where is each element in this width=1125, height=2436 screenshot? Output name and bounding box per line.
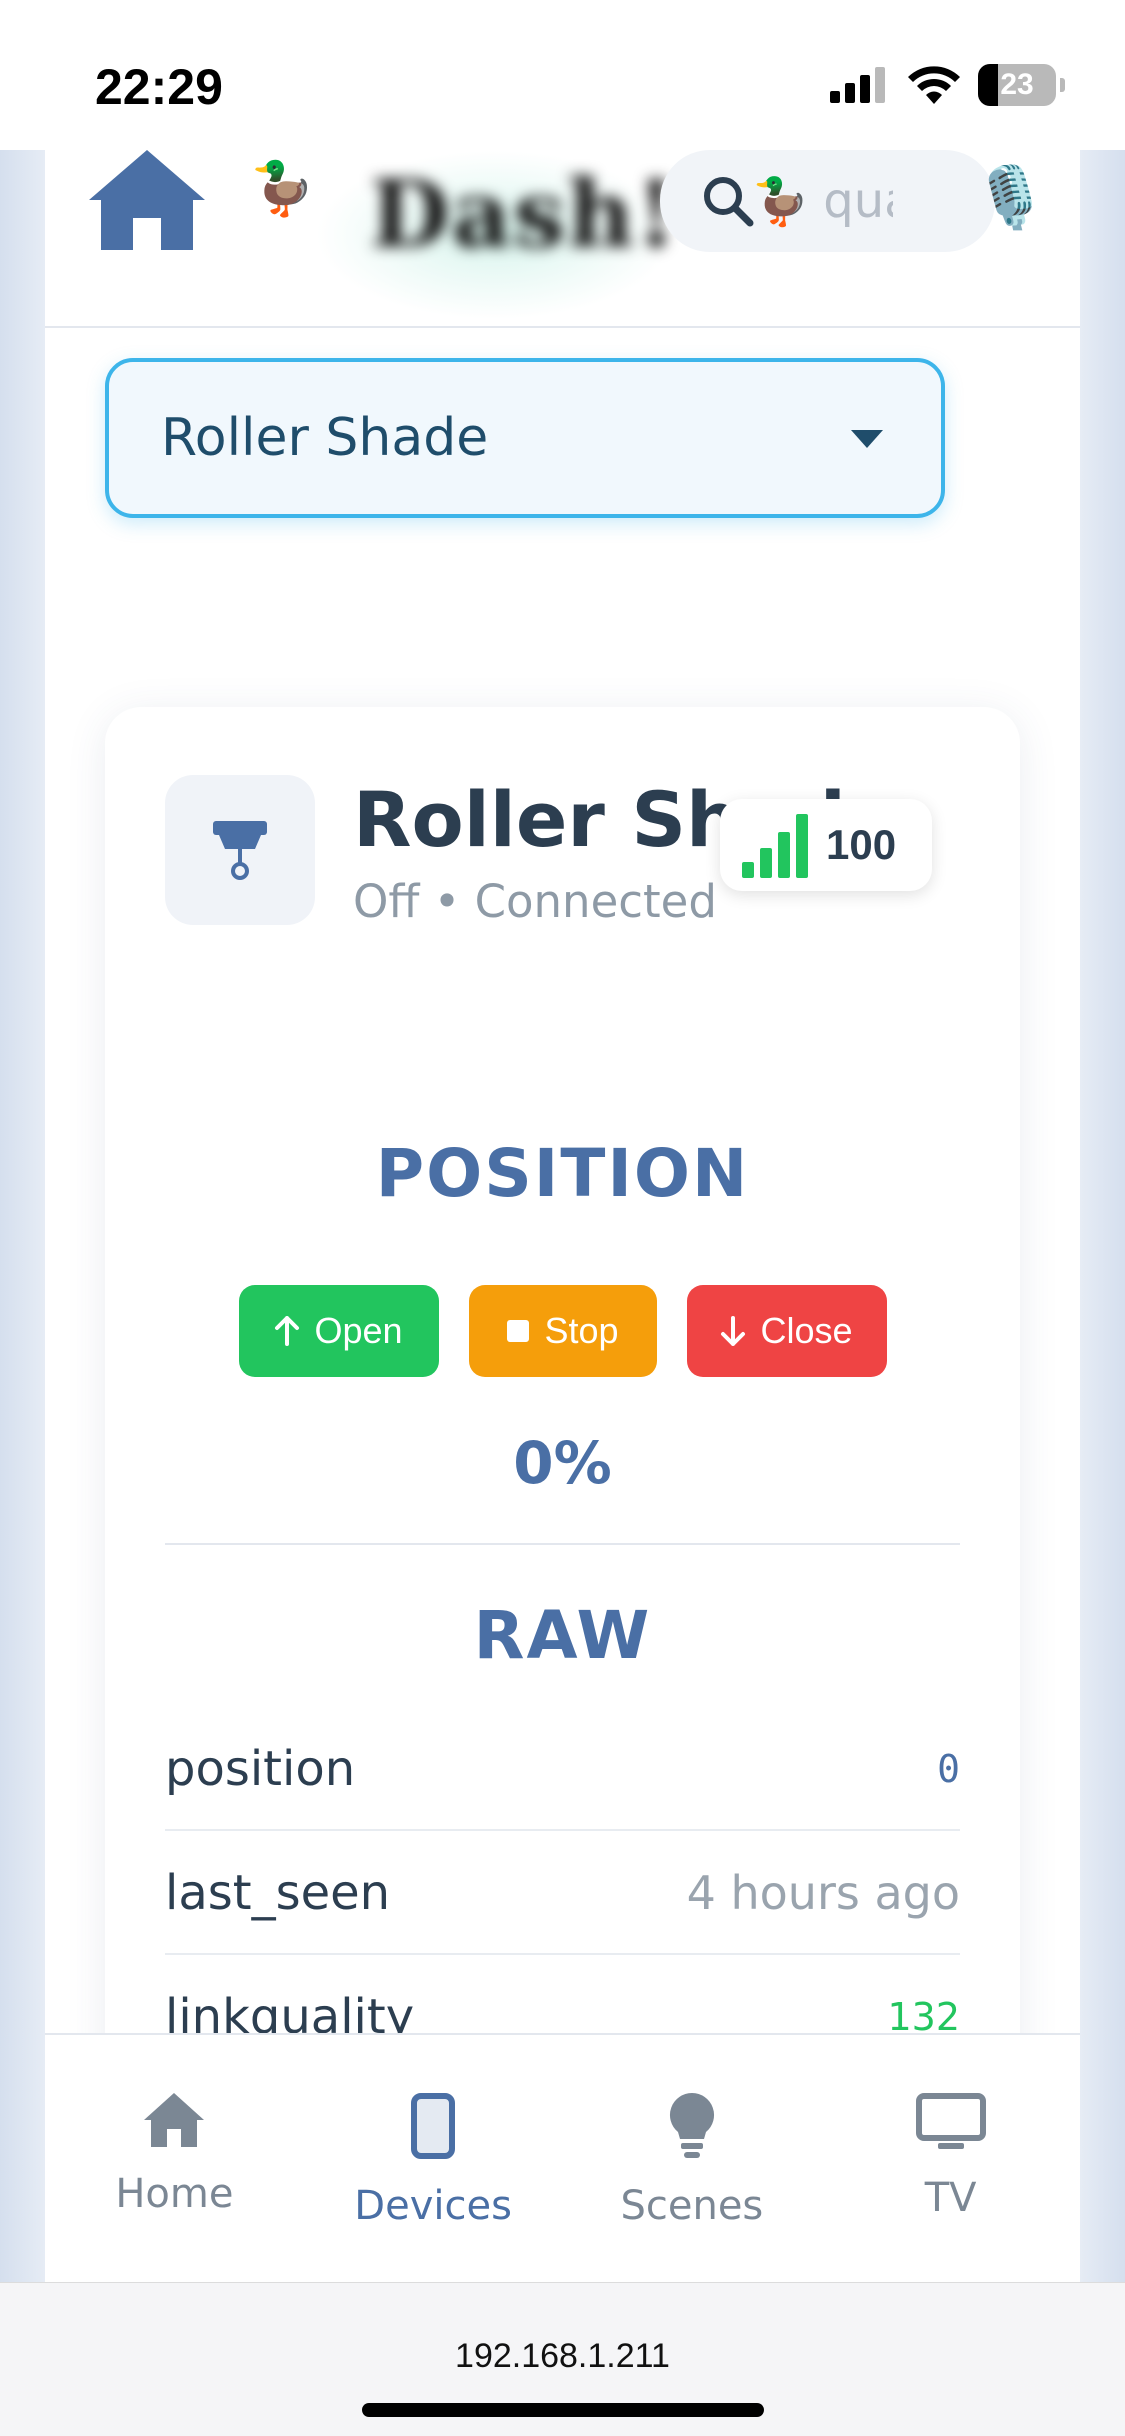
stop-label: Stop xyxy=(544,1310,619,1351)
wifi-icon xyxy=(908,66,960,104)
open-button[interactable]: Open xyxy=(238,1285,439,1377)
signal-badge: 100 xyxy=(720,799,932,891)
raw-key: position xyxy=(165,1741,356,1797)
bulb-icon xyxy=(669,2093,714,2158)
brand-title: Dash! xyxy=(370,160,679,268)
battery-icon: 23 xyxy=(978,64,1056,106)
cellular-signal-icon xyxy=(830,67,885,103)
search-duck-icon: 🦆 xyxy=(752,173,810,228)
device-status: Off • Connected xyxy=(353,875,717,928)
raw-key: last_seen xyxy=(165,1865,391,1921)
status-bar: 22:29 23 xyxy=(0,0,1125,150)
raw-value: 4 hours ago xyxy=(686,1866,960,1920)
nav-item-tv[interactable]: TV xyxy=(821,2035,1080,2282)
device-icon-box xyxy=(165,775,315,925)
stop-icon xyxy=(507,1320,530,1342)
nav-label: Scenes xyxy=(620,2183,764,2229)
nav-label: Home xyxy=(115,2171,234,2217)
home-icon xyxy=(144,2093,205,2147)
nav-item-home[interactable]: Home xyxy=(45,2035,304,2282)
signal-value: 100 xyxy=(826,821,897,868)
bottom-nav: Home Devices Scenes TV xyxy=(45,2033,1080,2282)
tv-icon xyxy=(915,2093,986,2149)
battery-level: 23 xyxy=(1000,68,1034,101)
home-logo-icon[interactable] xyxy=(89,150,205,250)
close-label: Close xyxy=(760,1310,853,1351)
raw-row: last_seen 4 hours ago xyxy=(165,1833,960,1955)
close-button[interactable]: Close xyxy=(686,1285,887,1377)
signal-strength-icon xyxy=(742,814,808,878)
nav-label: Devices xyxy=(354,2183,512,2229)
raw-row: position 0 xyxy=(165,1709,960,1831)
search-bar[interactable]: 🦆 qua xyxy=(660,150,995,252)
nav-label: TV xyxy=(924,2175,977,2221)
open-label: Open xyxy=(314,1310,403,1351)
nav-item-devices[interactable]: Devices xyxy=(304,2035,563,2282)
app-header: 🦆 Dash! 🦆 qua 🎙️ xyxy=(45,150,1080,328)
duck-emoji-icon: 🦆 xyxy=(250,159,315,219)
browser-url-bar[interactable]: 192.168.1.211 xyxy=(0,2282,1125,2436)
device-select-value: Roller Shade xyxy=(161,408,489,468)
microphone-icon[interactable]: 🎙️ xyxy=(973,162,1048,233)
search-icon xyxy=(704,177,754,227)
section-divider xyxy=(165,1543,960,1545)
stop-button[interactable]: Stop xyxy=(468,1285,657,1377)
arrow-down-icon xyxy=(721,1316,746,1346)
status-time: 22:29 xyxy=(95,59,223,115)
search-input[interactable]: qua xyxy=(823,173,893,229)
phone-icon xyxy=(411,2093,456,2159)
raw-title: RAW xyxy=(473,1597,652,1674)
raw-value: 0 xyxy=(937,1747,960,1791)
home-indicator xyxy=(362,2403,764,2417)
url-text[interactable]: 192.168.1.211 xyxy=(0,2337,1125,2376)
position-value: 0% xyxy=(513,1429,612,1497)
chevron-down-icon xyxy=(851,430,883,448)
roller-shade-icon xyxy=(213,821,267,880)
status-icons: 23 xyxy=(830,64,1065,106)
device-select[interactable]: Roller Shade xyxy=(105,358,945,518)
position-title: POSITION xyxy=(375,1135,750,1212)
nav-item-scenes[interactable]: Scenes xyxy=(563,2035,822,2282)
device-card: Roller Shade Off • Connected 100 POSITIO… xyxy=(105,707,1020,2097)
arrow-up-icon xyxy=(275,1316,300,1346)
position-controls: Open Stop Close xyxy=(105,1285,1020,1377)
